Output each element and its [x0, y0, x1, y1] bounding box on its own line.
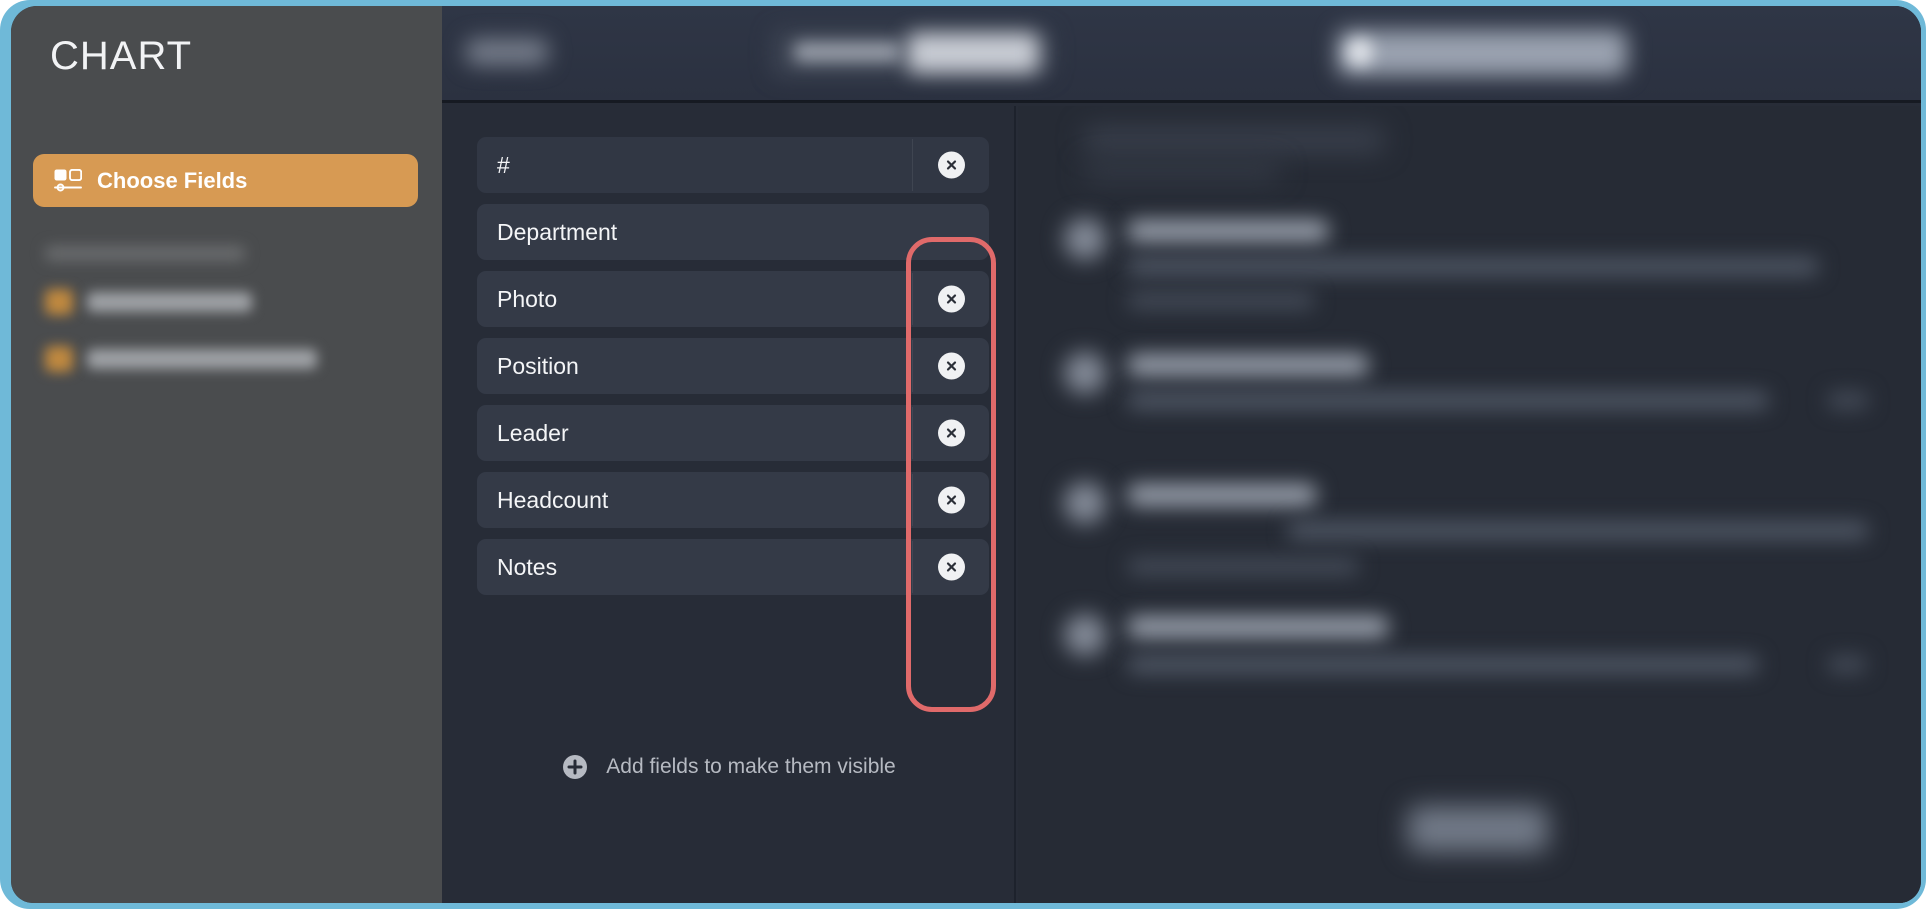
table-row[interactable]: #	[477, 137, 989, 193]
table-row[interactable]: Leader	[477, 405, 989, 461]
sidebar-item-icon	[45, 289, 73, 315]
list-item-text-redacted	[1128, 558, 1358, 575]
sidebar: CHART Choose Fields	[11, 6, 442, 903]
row-divider	[912, 273, 913, 325]
row-divider	[912, 340, 913, 392]
window-frame: CHART Choose Fields # Department Photo P…	[0, 0, 1926, 909]
content-area: # Department Photo Position Leader Headc…	[442, 6, 1921, 903]
avatar	[1064, 352, 1106, 394]
plus-circle-icon	[563, 755, 588, 779]
table-row[interactable]: Headcount	[477, 472, 989, 528]
choose-fields-button[interactable]: Choose Fields	[33, 154, 418, 207]
list-item-text-redacted	[1128, 292, 1314, 309]
preview-heading-redacted	[1084, 128, 1384, 152]
list-item-title-redacted	[1128, 354, 1368, 376]
sidebar-item-redacted-1[interactable]	[45, 289, 252, 315]
close-circle-icon[interactable]	[938, 285, 965, 313]
sidebar-item-label-redacted	[87, 349, 317, 369]
close-circle-icon[interactable]	[938, 419, 965, 447]
row-divider	[912, 139, 913, 191]
list-item-text-redacted	[1128, 656, 1758, 673]
list-item-text-redacted	[1128, 392, 1768, 409]
toolbar	[442, 6, 1921, 103]
close-circle-icon[interactable]	[938, 486, 965, 514]
segment-option-left-redacted[interactable]	[794, 42, 900, 62]
table-row[interactable]: Position	[477, 338, 989, 394]
segment-option-active-redacted[interactable]	[907, 33, 1039, 73]
preview-panel	[1018, 106, 1921, 903]
cancel-button-redacted[interactable]	[466, 39, 548, 65]
window-inner: CHART Choose Fields # Department Photo P…	[11, 6, 1921, 903]
list-item-text-redacted	[1828, 656, 1866, 673]
avatar	[1064, 614, 1106, 656]
primary-action-icon-redacted	[1347, 39, 1373, 65]
list-item-text-redacted	[1128, 258, 1818, 275]
primary-action-button-redacted[interactable]	[1337, 30, 1627, 76]
close-circle-icon[interactable]	[938, 352, 965, 380]
avatar	[1064, 482, 1106, 524]
row-divider	[912, 474, 913, 526]
fields-columns-icon	[54, 168, 82, 191]
sidebar-item-label-redacted	[87, 292, 252, 312]
list-item[interactable]	[1018, 606, 1921, 756]
row-divider	[912, 541, 913, 593]
page-title: CHART	[50, 34, 193, 78]
screenshot-root: CHART Choose Fields # Department Photo P…	[0, 0, 1926, 909]
sidebar-section-heading-redacted	[45, 246, 245, 261]
sidebar-item-icon	[45, 346, 73, 372]
list-item-text-redacted	[1288, 522, 1868, 539]
preview-subheading-redacted	[1084, 162, 1280, 180]
add-fields-hint[interactable]: Add fields to make them visible	[442, 754, 1016, 780]
field-label: Department	[497, 218, 618, 245]
list-item-title-redacted	[1128, 616, 1388, 638]
table-row[interactable]: Notes	[477, 539, 989, 595]
avatar	[1064, 218, 1106, 260]
table-row[interactable]: Department	[477, 204, 989, 260]
add-fields-hint-label: Add fields to make them visible	[606, 755, 896, 778]
fields-panel: # Department Photo Position Leader Headc…	[442, 106, 1016, 903]
list-item[interactable]	[1018, 344, 1921, 494]
close-circle-icon[interactable]	[938, 151, 965, 179]
choose-fields-label: Choose Fields	[97, 167, 248, 193]
list-item[interactable]	[1018, 210, 1921, 360]
sidebar-item-redacted-2[interactable]	[45, 346, 317, 372]
list-item-text-redacted	[1828, 392, 1868, 409]
row-divider	[912, 407, 913, 459]
list-item-title-redacted	[1128, 484, 1316, 506]
list-item-title-redacted	[1128, 220, 1328, 242]
close-circle-icon[interactable]	[938, 553, 965, 581]
table-row[interactable]: Photo	[477, 271, 989, 327]
footer-button-redacted[interactable]	[1408, 806, 1548, 852]
